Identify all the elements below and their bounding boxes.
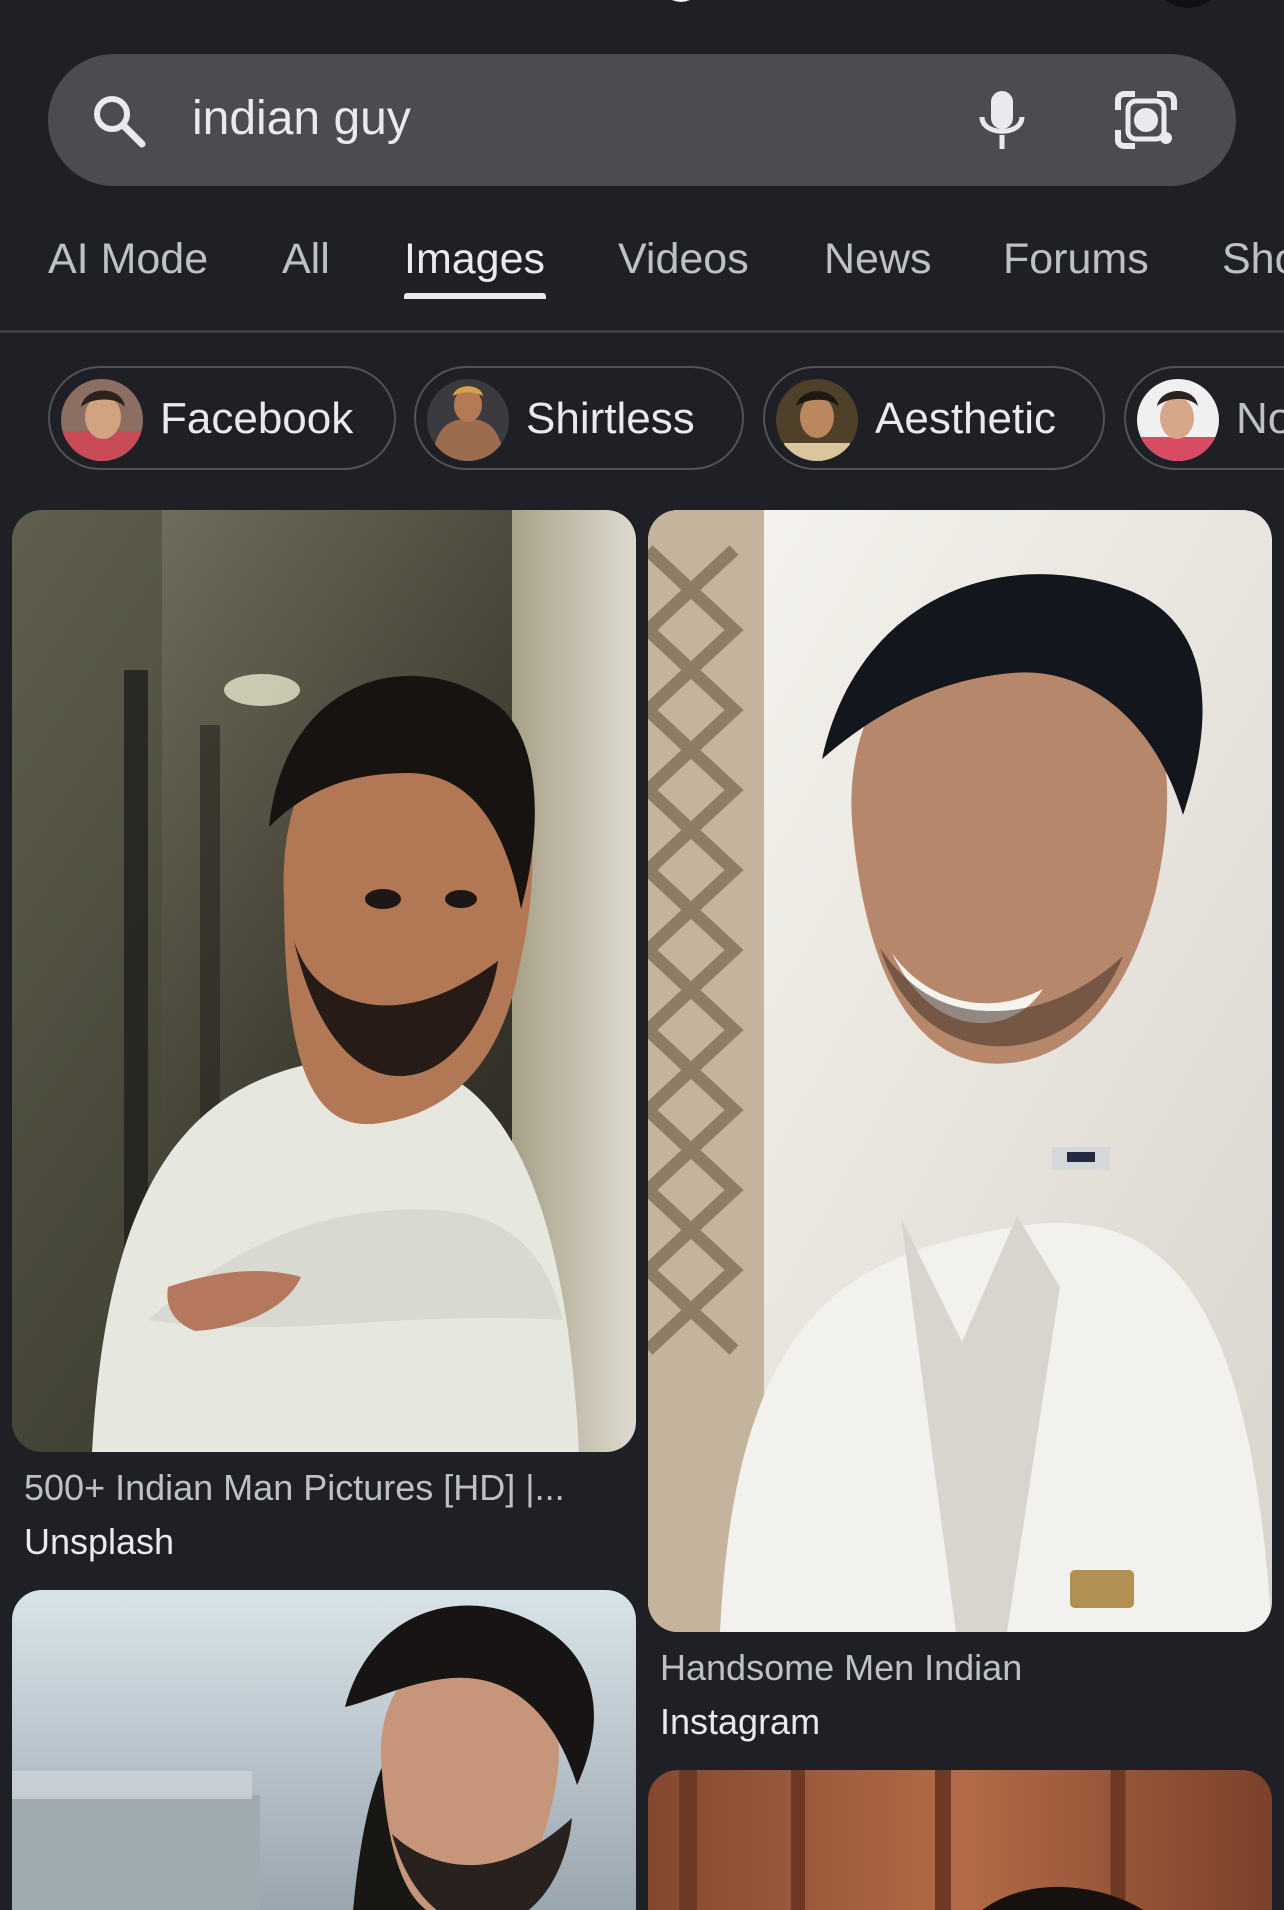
- image-result-thumbnail: [648, 1770, 1272, 1910]
- search-tabs: AI Mode All Images Videos News Forums Sh…: [0, 220, 1284, 330]
- result-title[interactable]: 500+ Indian Man Pictures [HD] |...: [24, 1466, 624, 1510]
- image-result-thumbnail: [12, 1590, 636, 1910]
- result-source[interactable]: Unsplash: [24, 1520, 174, 1564]
- result-source[interactable]: Instagram: [660, 1700, 820, 1744]
- tabs-divider: [0, 330, 1284, 333]
- microphone-icon[interactable]: [972, 87, 1032, 153]
- image-result-4[interactable]: [648, 1770, 1272, 1910]
- chip-label: No: [1236, 394, 1284, 443]
- image-result-thumbnail: [12, 510, 636, 1452]
- chip-thumbnail: [61, 379, 143, 461]
- google-images-results-page: indian guy AI Mode All Images Videos New…: [0, 0, 1284, 1910]
- image-result-3[interactable]: [12, 1590, 636, 1910]
- status-indicator: [660, 0, 702, 2]
- google-lens-icon[interactable]: [1113, 89, 1179, 151]
- image-result-1[interactable]: [12, 510, 636, 1452]
- tab-shopping[interactable]: Sho: [1222, 232, 1284, 304]
- image-result-thumbnail: [648, 510, 1272, 1632]
- image-result-2[interactable]: [648, 510, 1272, 1632]
- chip-thumbnail: [427, 379, 509, 461]
- filter-chips: Facebook Shirtless Aesthetic No: [0, 366, 1284, 476]
- tab-news[interactable]: News: [824, 232, 932, 304]
- result-title[interactable]: Handsome Men Indian: [660, 1646, 1260, 1690]
- chip-label: Shirtless: [526, 394, 695, 443]
- chip-no[interactable]: No: [1124, 366, 1284, 470]
- tab-ai-mode[interactable]: AI Mode: [48, 232, 208, 304]
- active-tab-indicator: [404, 293, 546, 299]
- chip-aesthetic[interactable]: Aesthetic: [763, 366, 1105, 470]
- chip-shirtless[interactable]: Shirtless: [414, 366, 744, 470]
- chip-label: Facebook: [160, 394, 354, 443]
- chip-thumbnail: [1137, 379, 1219, 461]
- chip-label: Aesthetic: [875, 394, 1056, 443]
- tab-forums[interactable]: Forums: [1003, 232, 1149, 304]
- chip-thumbnail: [776, 379, 858, 461]
- tab-all[interactable]: All: [282, 232, 330, 304]
- tab-videos[interactable]: Videos: [618, 232, 749, 304]
- profile-avatar-partial[interactable]: [1150, 0, 1226, 8]
- chip-facebook[interactable]: Facebook: [48, 366, 396, 470]
- search-input[interactable]: indian guy: [192, 89, 411, 149]
- search-icon[interactable]: [88, 90, 148, 150]
